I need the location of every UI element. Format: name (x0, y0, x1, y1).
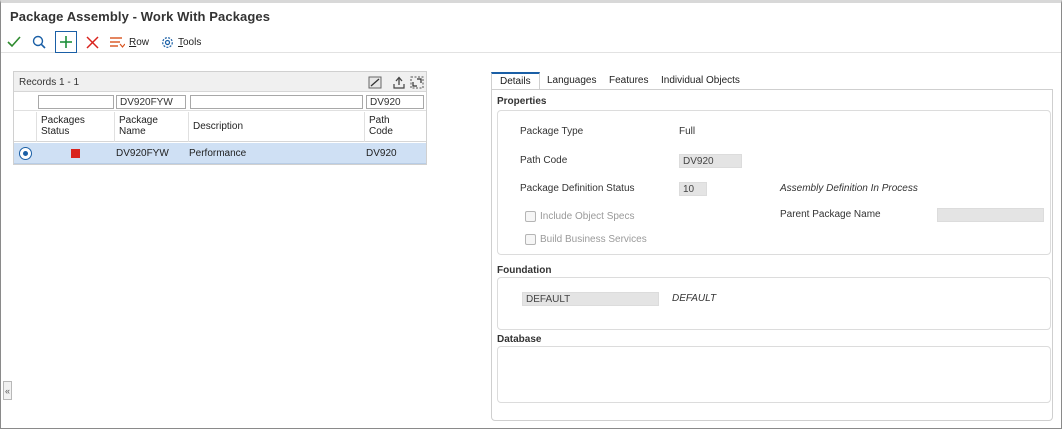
properties-box: Package Type Full Path Code DV920 Packag… (497, 110, 1051, 255)
row-menu-button[interactable]: Row (109, 33, 149, 51)
packages-grid: Records 1 - 1 PackagesStatus P (13, 71, 427, 165)
export-icon[interactable] (391, 74, 407, 90)
records-count: Records 1 - 1 (19, 77, 80, 88)
path-code-field: DV920 (679, 154, 742, 168)
package-definition-status-description: Assembly Definition In Process (780, 183, 918, 194)
toolbar: Row Tools (1, 29, 1061, 53)
cell-package-name: DV920FYW (116, 148, 169, 159)
tab-languages[interactable]: Languages (547, 72, 597, 89)
qbe-filter-row (14, 93, 426, 111)
collapse-panel-handle[interactable]: « (3, 381, 12, 400)
path-code-label: Path Code (520, 155, 568, 166)
close-icon (85, 35, 99, 49)
column-header-path-code[interactable]: Path Code (369, 115, 393, 137)
build-business-services-label: Build Business Services (540, 234, 647, 245)
plus-icon (60, 36, 72, 48)
delete-button[interactable] (82, 32, 102, 52)
qbe-description-input[interactable] (190, 95, 363, 109)
tab-features[interactable]: Features (609, 72, 648, 89)
column-header-package-name[interactable]: Package Name (119, 115, 158, 137)
include-object-specs-checkbox[interactable] (525, 211, 536, 222)
search-icon (32, 35, 46, 49)
row-menu-label: Row (129, 36, 150, 48)
tools-menu-label: Tools (178, 36, 202, 48)
grid-header: Records 1 - 1 (14, 72, 426, 92)
foundation-section-title: Foundation (497, 265, 552, 276)
tab-details[interactable]: Details (491, 72, 540, 89)
details-panel: Properties Package Type Full Path Code D… (491, 89, 1053, 421)
page-title: Package Assembly - Work With Packages (10, 9, 271, 24)
package-definition-status-field: 10 (679, 182, 707, 196)
title-bar: Package Assembly - Work With Packages (1, 3, 1061, 29)
qbe-package-name-input[interactable] (116, 95, 186, 109)
column-header-packages-status[interactable]: Packages Status (41, 115, 85, 137)
properties-section-title: Properties (497, 96, 547, 107)
parent-package-name-field (937, 208, 1044, 222)
row-select-radio[interactable] (19, 147, 32, 160)
find-button[interactable] (29, 32, 49, 52)
build-business-services-checkbox[interactable] (525, 234, 536, 245)
row-menu-icon (110, 37, 125, 48)
checkmark-icon (7, 36, 21, 48)
cell-description: Performance (189, 148, 247, 159)
table-row[interactable]: DV920FYW Performance DV920 (14, 143, 426, 164)
column-header-description[interactable]: Description (193, 121, 243, 132)
qbe-status-input[interactable] (38, 95, 114, 109)
expand-icon[interactable] (409, 74, 425, 90)
application-window: Package Assembly - Work With Packages Ro… (0, 0, 1062, 429)
cell-path-code: DV920 (366, 148, 397, 159)
tools-menu-button[interactable]: Tools (161, 33, 201, 51)
package-definition-status-label: Package Definition Status (520, 183, 635, 194)
foundation-box: DEFAULT DEFAULT (497, 277, 1051, 330)
qbe-path-code-input[interactable] (366, 95, 424, 109)
edit-grid-icon[interactable] (367, 74, 383, 90)
package-type-label: Package Type (520, 126, 584, 137)
grid-column-headers: Packages Status Package Name Description P… (14, 112, 426, 142)
detail-tabs: Details Languages Features Individual Ob… (491, 72, 1051, 89)
add-button[interactable] (55, 31, 77, 53)
foundation-description: DEFAULT (672, 293, 717, 304)
ok-button[interactable] (4, 32, 24, 52)
database-section-title: Database (497, 334, 542, 345)
database-box (497, 346, 1051, 403)
package-status-indicator (71, 149, 80, 158)
tab-individual-objects[interactable]: Individual Objects (661, 72, 740, 89)
foundation-field: DEFAULT (522, 292, 659, 306)
package-type-value: Full (679, 126, 696, 137)
include-object-specs-label: Include Object Specs (540, 211, 635, 222)
parent-package-name-label: Parent Package Name (780, 209, 881, 220)
gear-icon (162, 36, 173, 48)
